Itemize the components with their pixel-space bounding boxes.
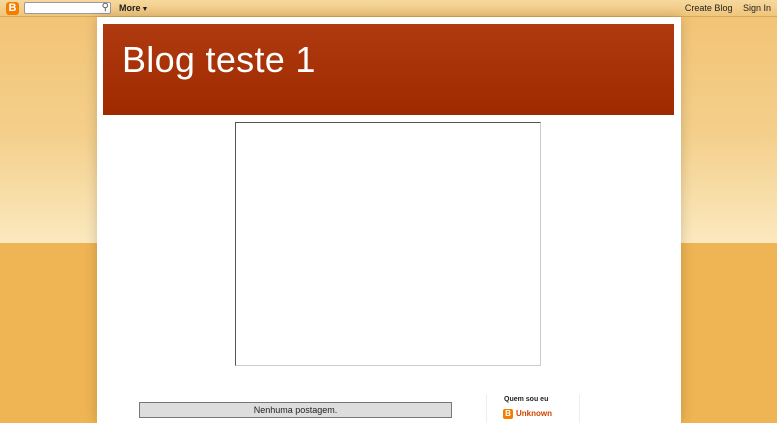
search-input[interactable]: ⚲ xyxy=(24,2,111,14)
blog-title[interactable]: Blog teste 1 xyxy=(122,38,316,82)
navbar-right-links: Create Blog Sign In xyxy=(677,2,771,14)
blogger-navbar: B ⚲ More▼ Create Blog Sign In xyxy=(0,0,777,17)
no-posts-message: Nenhuma postagem. xyxy=(139,402,452,418)
about-me-title: Quem sou eu xyxy=(504,396,549,403)
blogger-profile-icon: B xyxy=(503,409,513,419)
more-menu-label: More xyxy=(119,3,141,13)
create-blog-link[interactable]: Create Blog xyxy=(685,3,733,13)
blog-header: Blog teste 1 xyxy=(103,24,674,115)
search-icon[interactable]: ⚲ xyxy=(102,3,109,13)
profile-name-link[interactable]: Unknown xyxy=(516,409,552,419)
sidebar-divider-left xyxy=(486,394,487,423)
more-menu-button[interactable]: More▼ xyxy=(119,2,148,16)
blogger-logo-icon[interactable]: B xyxy=(6,2,19,15)
embedded-media-frame[interactable] xyxy=(235,122,541,366)
sidebar-divider-right xyxy=(579,394,580,423)
sign-in-link[interactable]: Sign In xyxy=(743,3,771,13)
chevron-down-icon: ▼ xyxy=(141,6,149,13)
